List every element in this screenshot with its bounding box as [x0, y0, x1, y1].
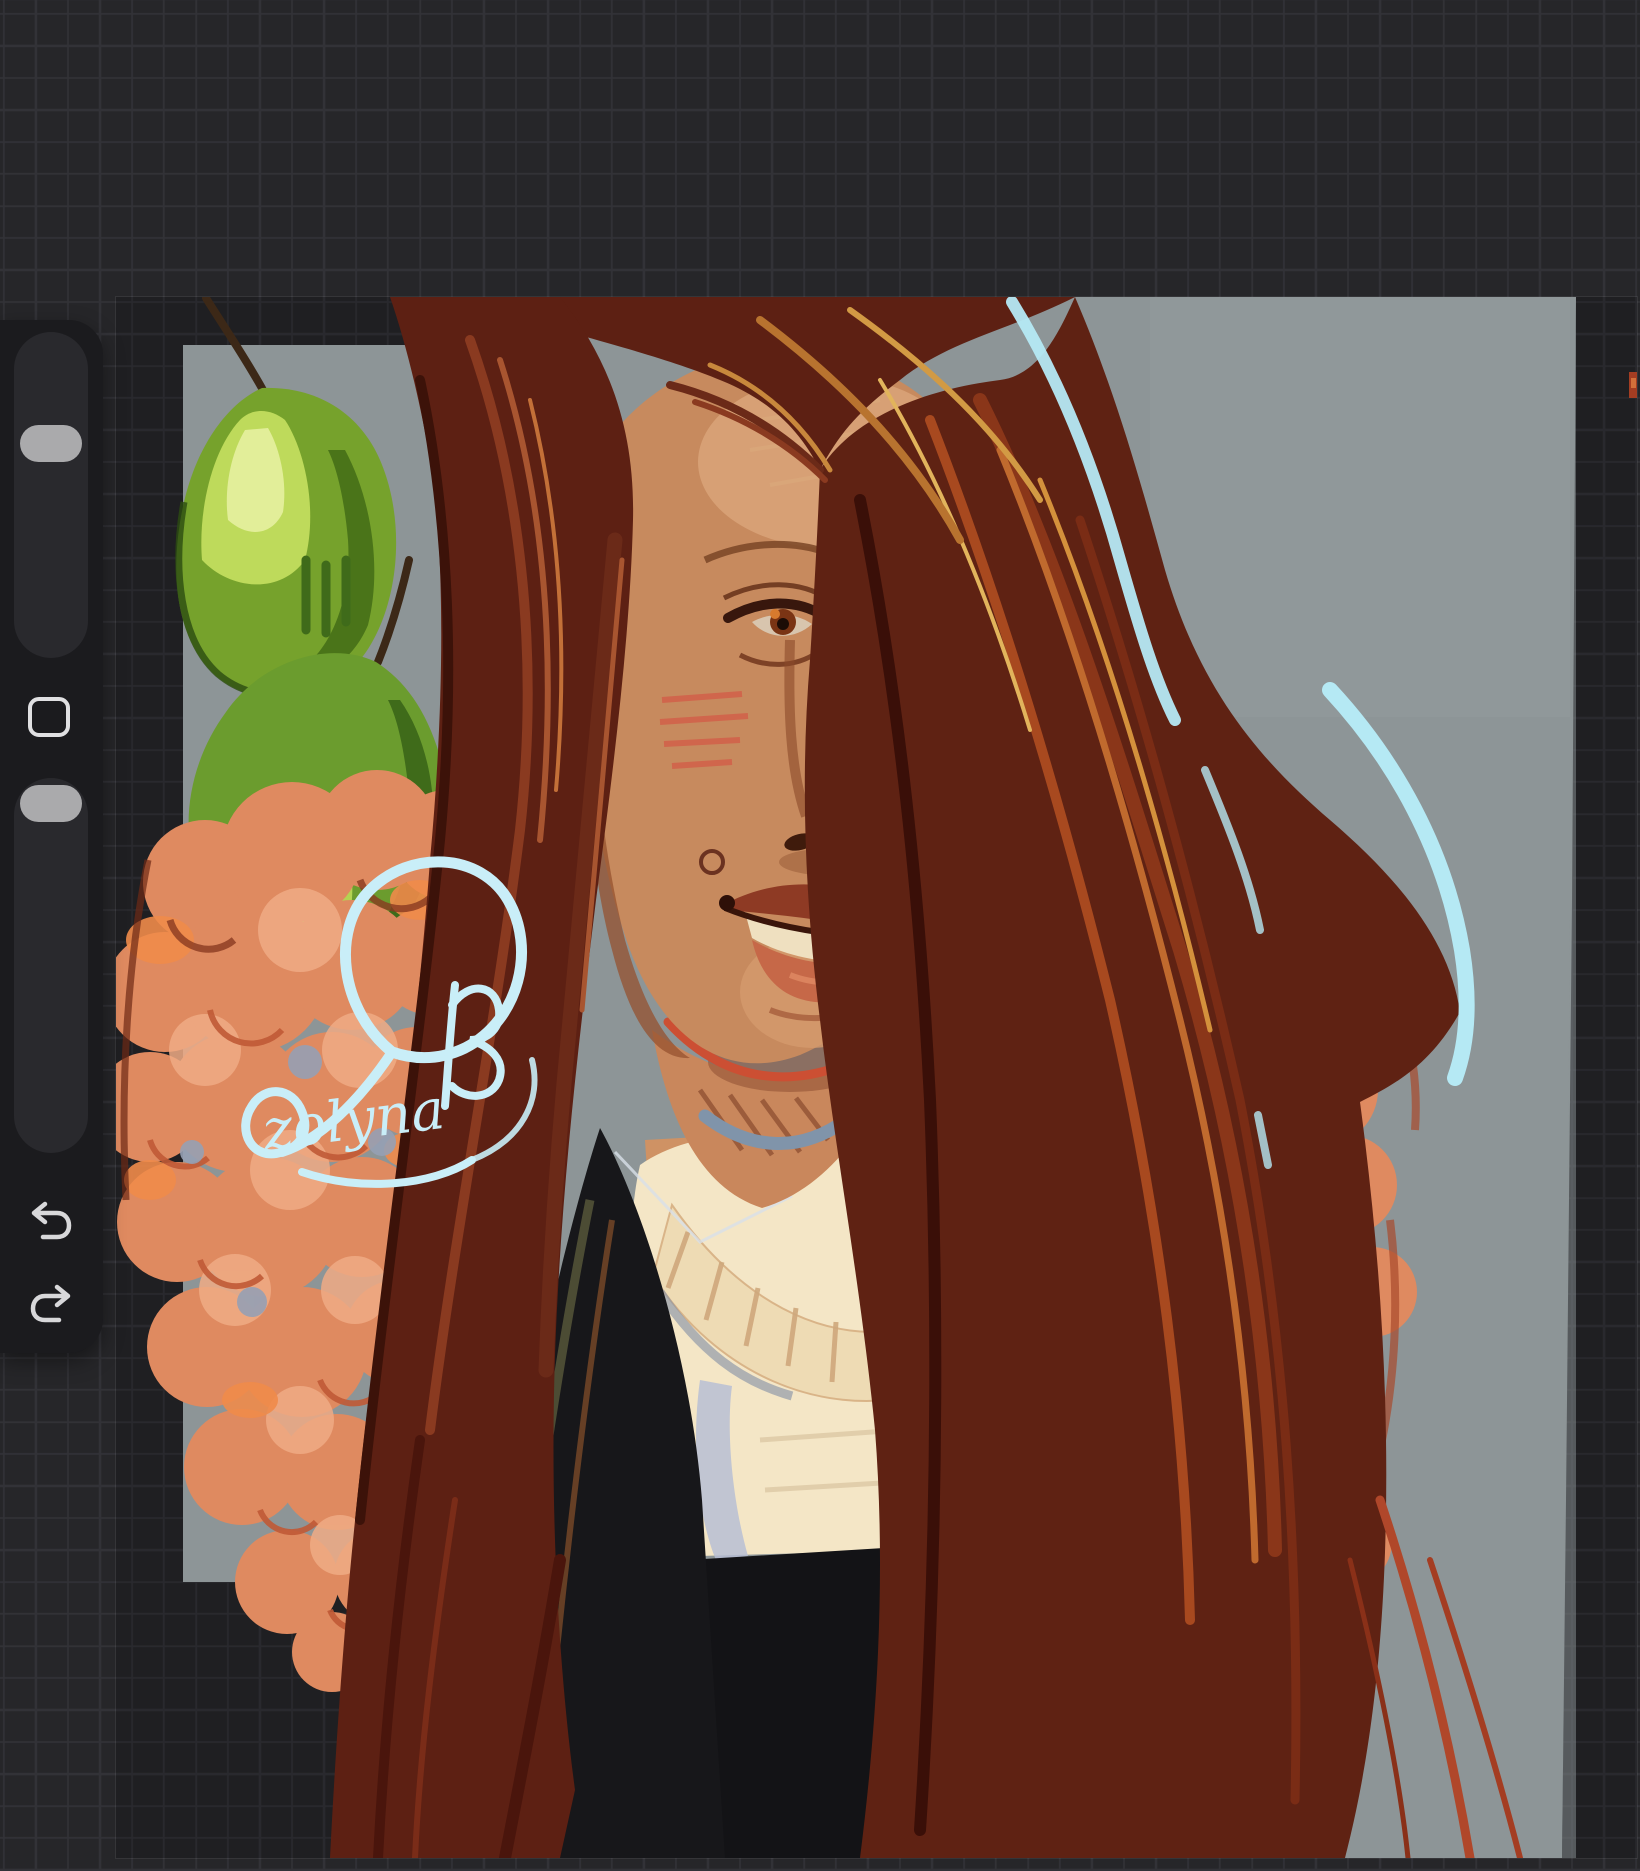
artwork-painting: zolyna — [116, 297, 1637, 1858]
undo-arrow-icon — [31, 1201, 72, 1240]
drawing-canvas[interactable]: zolyna — [115, 296, 1638, 1859]
redo-button[interactable] — [29, 1283, 73, 1327]
modify-button[interactable] — [28, 697, 70, 737]
brush-size-slider-handle[interactable] — [20, 425, 82, 462]
opacity-slider[interactable] — [14, 778, 88, 1153]
tool-sidebar — [0, 320, 103, 1353]
opacity-slider-handle[interactable] — [20, 785, 82, 822]
right-edge-paint-sliver — [1629, 372, 1637, 398]
brush-size-slider[interactable] — [14, 332, 88, 658]
app-workspace: { "app": { "type": "digital-painting-wor… — [0, 0, 1640, 1871]
redo-arrow-icon — [30, 1284, 71, 1323]
undo-button[interactable] — [29, 1200, 73, 1244]
